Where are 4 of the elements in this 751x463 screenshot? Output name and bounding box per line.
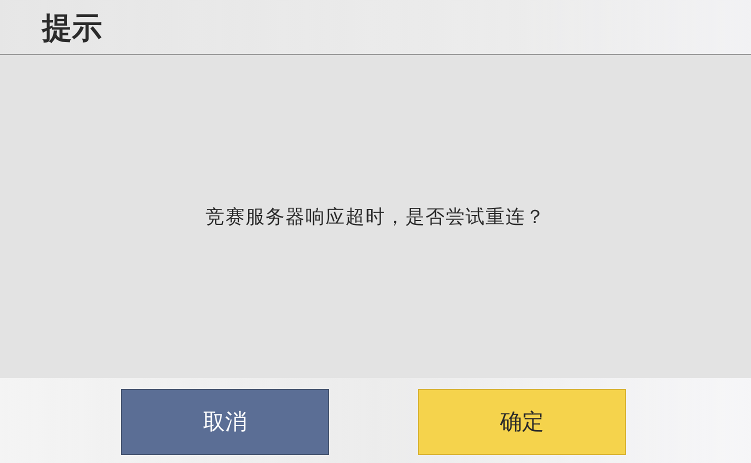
confirm-button[interactable]: 确定 (418, 389, 626, 455)
dialog-title: 提示 (42, 14, 102, 44)
dialog-message: 竞赛服务器响应超时，是否尝试重连？ (206, 204, 546, 230)
cancel-button[interactable]: 取消 (121, 389, 329, 455)
